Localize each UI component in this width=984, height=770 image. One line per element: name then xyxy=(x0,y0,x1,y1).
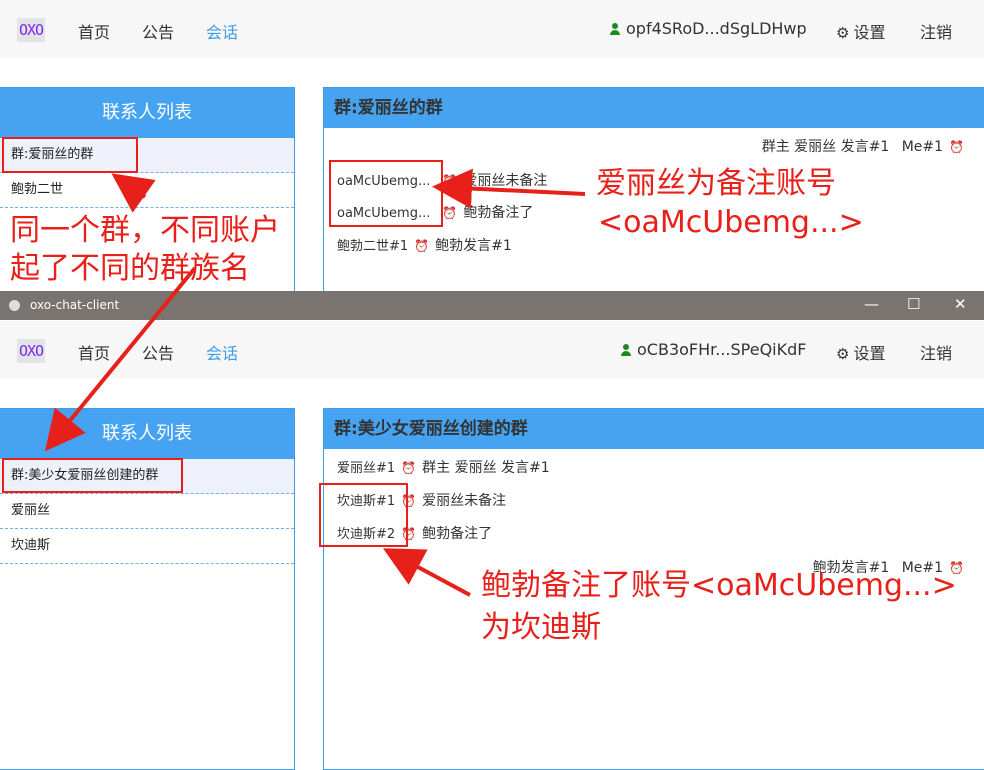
annotation-arrow xyxy=(44,266,197,452)
annotation-arrow xyxy=(111,173,156,213)
annotation-arrows xyxy=(44,168,586,597)
annotation-arrow xyxy=(432,168,586,209)
annotation-arrow xyxy=(382,548,471,597)
